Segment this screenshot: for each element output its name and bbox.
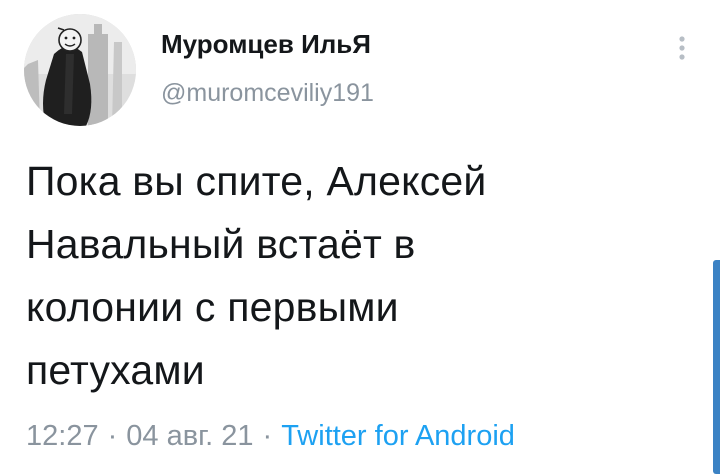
tweet-text-line: колонии с первыми: [26, 284, 399, 330]
avatar[interactable]: [24, 14, 136, 126]
tweet-meta: 12:27 · 04 авг. 21 · Twitter for Android: [26, 420, 515, 453]
meta-separator: ·: [107, 420, 118, 452]
author-handle[interactable]: @muromceviliy191: [161, 79, 374, 108]
tweet-text-line: Навальный встаёт в: [26, 221, 416, 267]
vertical-dots-icon: [679, 36, 685, 60]
author-display-name[interactable]: Муромцев ИльЯ: [161, 29, 371, 60]
avatar-image: [24, 14, 136, 126]
tweet-card: Муромцев ИльЯ @muromceviliy191 Пока вы с…: [0, 0, 720, 474]
more-options-button[interactable]: [660, 26, 704, 70]
tweet-text: Пока вы спите, Алексей Навальный встаёт …: [26, 150, 666, 402]
tweet-time[interactable]: 12:27: [26, 420, 99, 452]
meta-separator: ·: [262, 420, 273, 452]
tweet-text-line: петухами: [26, 347, 205, 393]
tweet-source-link[interactable]: Twitter for Android: [281, 420, 515, 452]
scroll-indicator[interactable]: [713, 260, 720, 474]
tweet-date[interactable]: 04 авг. 21: [126, 420, 253, 452]
tweet-text-line: Пока вы спите, Алексей: [26, 158, 487, 204]
